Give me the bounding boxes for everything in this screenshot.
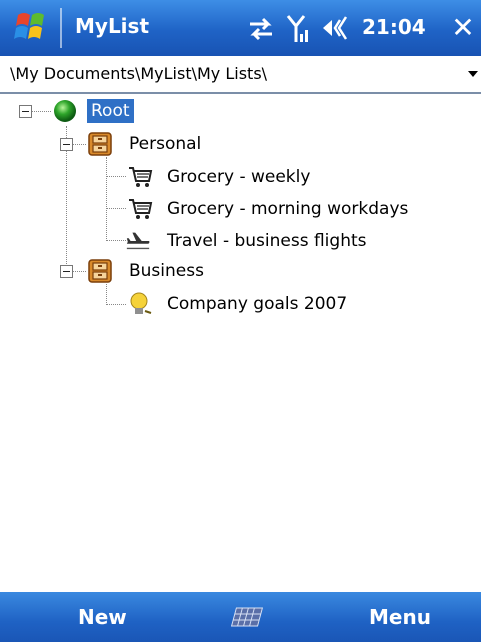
personal-collapse-toggle[interactable]: [60, 138, 73, 151]
volume-icon[interactable]: [320, 14, 354, 42]
tree-connector: [106, 304, 126, 305]
windows-start-icon[interactable]: [10, 9, 54, 47]
shopping-cart-icon: [129, 167, 153, 187]
keyboard-icon[interactable]: [226, 602, 266, 632]
path-dropdown[interactable]: \My Documents\MyList\My Lists\: [0, 56, 481, 94]
cabinet-icon: [88, 259, 112, 283]
tree-node-travel[interactable]: Travel - business flights: [167, 229, 367, 253]
sync-icon[interactable]: [246, 16, 276, 42]
tree-node-personal[interactable]: Personal: [129, 132, 201, 156]
lightbulb-icon: [130, 292, 152, 314]
tree-connector: [31, 111, 51, 112]
app-title: MyList: [75, 14, 150, 38]
tree-node-business[interactable]: Business: [129, 259, 204, 283]
tree-node-grocery-morning[interactable]: Grocery - morning workdays: [167, 197, 408, 221]
green-orb-icon: [54, 100, 76, 122]
tree-connector: [106, 208, 126, 209]
tree-connector: [106, 176, 126, 177]
softkey-bar: New Menu: [0, 592, 481, 642]
tree-connector: [106, 284, 107, 305]
business-collapse-toggle[interactable]: [60, 265, 73, 278]
cabinet-icon: [88, 132, 112, 156]
chevron-down-icon[interactable]: [468, 71, 478, 77]
new-softkey[interactable]: New: [78, 605, 127, 629]
tree-connector: [72, 271, 86, 272]
tree-node-company-goals[interactable]: Company goals 2007: [167, 292, 347, 316]
title-bar: MyList 21:04 ✕: [0, 0, 481, 56]
shopping-cart-icon: [129, 199, 153, 219]
tree-node-root[interactable]: Root: [87, 99, 134, 123]
signal-icon[interactable]: [286, 12, 312, 44]
path-value: \My Documents\MyList\My Lists\: [10, 64, 268, 83]
clock[interactable]: 21:04: [362, 15, 426, 39]
airplane-icon: [126, 232, 150, 250]
tree-node-grocery-weekly[interactable]: Grocery - weekly: [167, 165, 310, 189]
root-collapse-toggle[interactable]: [19, 105, 32, 118]
close-icon[interactable]: ✕: [446, 10, 480, 46]
tree-view: Root Personal Grocery - weekly Grocery -…: [0, 95, 481, 619]
tree-connector: [106, 157, 107, 241]
tree-connector: [72, 144, 86, 145]
menu-softkey[interactable]: Menu: [369, 605, 431, 629]
tree-connector: [106, 240, 126, 241]
title-separator: [60, 8, 62, 48]
